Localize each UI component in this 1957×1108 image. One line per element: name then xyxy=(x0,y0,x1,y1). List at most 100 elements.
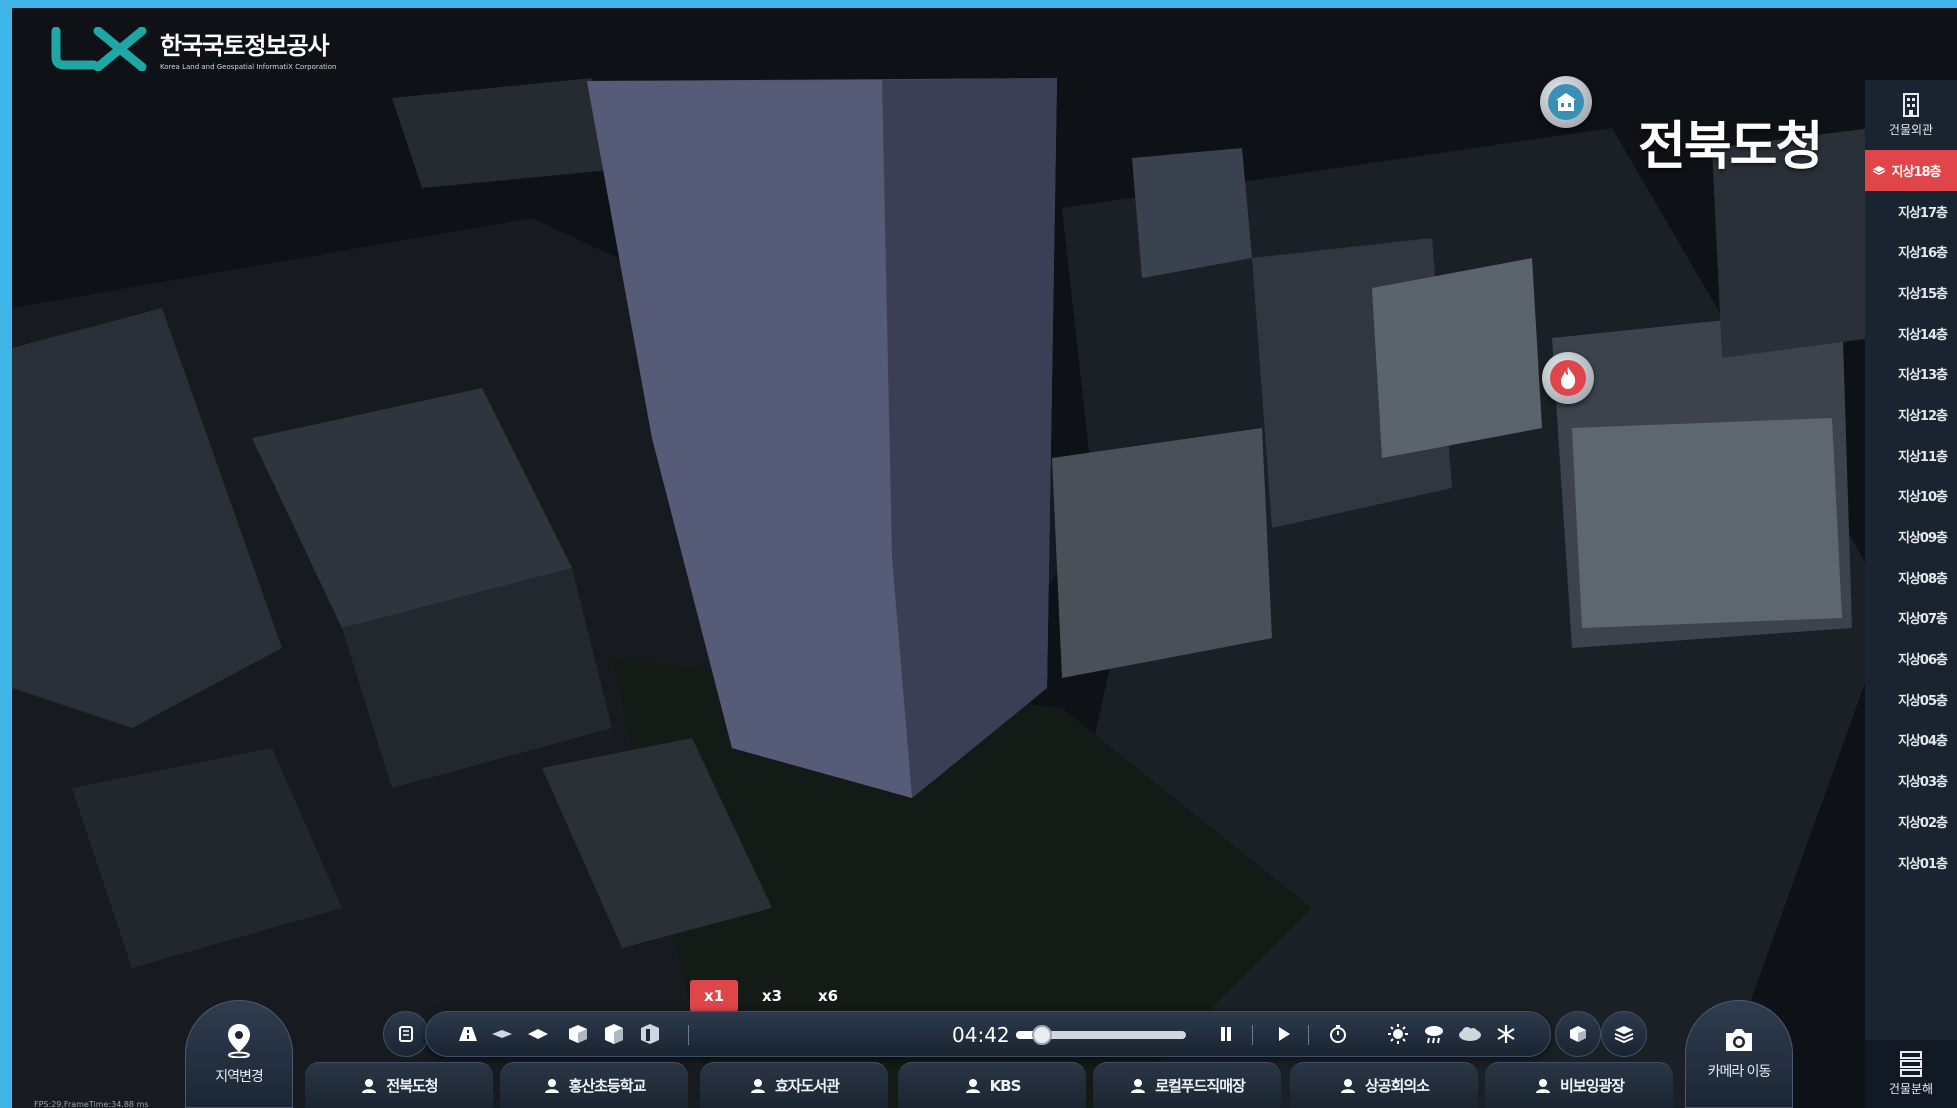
playback-slider[interactable] xyxy=(1016,1025,1186,1045)
snow-button[interactable] xyxy=(1492,1020,1520,1048)
fire-icon xyxy=(1561,367,1576,389)
building-exterior-button[interactable]: 건물외관 xyxy=(1865,80,1957,150)
fire-marker[interactable] xyxy=(1542,352,1594,404)
location-tab[interactable]: 비보잉광장 xyxy=(1485,1062,1673,1108)
pause-button[interactable] xyxy=(1212,1020,1240,1048)
lx-logo-icon xyxy=(51,26,147,71)
floor-label: 지상15층 xyxy=(1898,286,1948,302)
location-tab[interactable]: 상공회의소 xyxy=(1290,1062,1478,1108)
person-pin-icon xyxy=(544,1078,559,1093)
floor-item[interactable]: 지상15층 xyxy=(1865,272,1957,313)
floor-item[interactable]: 지상06층 xyxy=(1865,638,1957,679)
floor-label: 지상09층 xyxy=(1898,531,1948,547)
building-outline-icon xyxy=(1903,92,1919,117)
person-pin-icon xyxy=(1131,1078,1146,1093)
playback-toolbar: 04:42 xyxy=(425,1011,1551,1057)
location-pin-icon xyxy=(228,1024,250,1058)
floor-item[interactable]: 지상03층 xyxy=(1865,760,1957,801)
floor-item[interactable]: 지상01층 xyxy=(1865,842,1957,883)
floor-label: 지상16층 xyxy=(1898,246,1948,262)
playback-time: 04:42 xyxy=(952,1023,1010,1047)
floor-label: 지상18층 xyxy=(1891,164,1942,180)
location-tab[interactable]: KBS xyxy=(898,1062,1086,1108)
location-tab[interactable]: 홍산초등학교 xyxy=(500,1062,688,1108)
floor-item[interactable]: 지상12층 xyxy=(1865,394,1957,435)
building-icon xyxy=(1556,93,1576,111)
location-label: 상공회의소 xyxy=(1364,1077,1430,1095)
location-bar: 전북도청 홍산초등학교 효자도서관 KBS 로컬푸드직매장 상공회의소 비보잉광장 xyxy=(260,1062,1720,1108)
speed-x1-button[interactable]: x1 xyxy=(690,980,738,1012)
floor-item[interactable]: 지상02층 xyxy=(1865,801,1957,842)
location-tab[interactable]: 로컬푸드직매장 xyxy=(1093,1062,1281,1108)
cube-icon xyxy=(569,1025,587,1043)
toolbar-separator xyxy=(1308,1025,1309,1045)
cube-half-button[interactable] xyxy=(600,1020,628,1048)
snow-icon xyxy=(1497,1025,1515,1043)
speed-x6-button[interactable]: x6 xyxy=(804,980,852,1012)
logo-title: 한국국토정보공사 xyxy=(160,32,330,60)
floor-item[interactable]: 지상04층 xyxy=(1865,720,1957,761)
floor-item[interactable]: 지상07층 xyxy=(1865,598,1957,639)
floor-item[interactable]: 지상13층 xyxy=(1865,353,1957,394)
layer-flat-icon xyxy=(492,1030,512,1038)
play-button[interactable] xyxy=(1270,1020,1298,1048)
location-label: 효자도서관 xyxy=(774,1077,840,1095)
floor-item[interactable]: 지상16층 xyxy=(1865,231,1957,272)
floor-label: 지상05층 xyxy=(1898,693,1948,709)
floor-label: 지상03층 xyxy=(1898,775,1948,791)
cloud-icon xyxy=(1459,1027,1481,1041)
toolbar-separator xyxy=(688,1025,689,1045)
toolbar-separator xyxy=(1252,1025,1253,1045)
camera-icon xyxy=(1726,1029,1752,1051)
cube-cut-button[interactable] xyxy=(636,1020,664,1048)
building-disassemble-label: 건물분해 xyxy=(1888,1082,1934,1096)
box-icon xyxy=(1570,1026,1586,1042)
stack-view-button[interactable] xyxy=(1601,1011,1647,1057)
speed-x3-button[interactable]: x3 xyxy=(748,980,796,1012)
location-label: 홍산초등학교 xyxy=(568,1077,647,1095)
cloud-button[interactable] xyxy=(1456,1020,1484,1048)
building-marker[interactable] xyxy=(1540,76,1592,128)
location-tab[interactable]: 효자도서관 xyxy=(700,1062,888,1108)
layer-plane-icon xyxy=(528,1029,548,1039)
road-button[interactable] xyxy=(454,1020,482,1048)
floor-item[interactable]: 지상08층 xyxy=(1865,557,1957,598)
stack-icon xyxy=(1614,1026,1634,1044)
building-disassemble-button[interactable]: 건물분해 xyxy=(1865,1040,1957,1108)
timer-icon xyxy=(1330,1025,1346,1043)
floor-item[interactable]: 지상18층 xyxy=(1865,150,1957,191)
road-icon xyxy=(459,1027,477,1041)
sun-icon xyxy=(1388,1024,1408,1044)
building-title: 전북도청 xyxy=(1638,117,1823,177)
floor-list: 지상18층지상17층지상16층지상15층지상14층지상13층지상12층지상11층… xyxy=(1865,150,1957,882)
cube-cut-icon xyxy=(641,1024,659,1044)
floor-item[interactable]: 지상10층 xyxy=(1865,476,1957,517)
person-pin-icon xyxy=(750,1078,765,1093)
map-viewport[interactable]: 한국국토정보공사 Korea Land and Geospatial Infor… xyxy=(12,8,1957,1108)
location-label: KBS xyxy=(989,1076,1022,1095)
floor-item[interactable]: 지상11층 xyxy=(1865,435,1957,476)
sunny-button[interactable] xyxy=(1384,1020,1412,1048)
box-view-button[interactable] xyxy=(1555,1011,1601,1057)
rain-button[interactable] xyxy=(1420,1020,1448,1048)
building-exterior-label: 건물외관 xyxy=(1888,122,1934,137)
ux-logo: 한국국토정보공사 Korea Land and Geospatial Infor… xyxy=(50,26,336,71)
floor-item[interactable]: 지상17층 xyxy=(1865,191,1957,232)
person-pin-icon xyxy=(1535,1078,1550,1093)
location-tab[interactable]: 전북도청 xyxy=(305,1062,493,1108)
layer-plane-button[interactable] xyxy=(524,1020,552,1048)
rain-icon xyxy=(1425,1026,1443,1044)
floor-label: 지상11층 xyxy=(1898,449,1948,465)
cube-button[interactable] xyxy=(564,1020,592,1048)
person-pin-icon xyxy=(362,1078,377,1093)
floor-item[interactable]: 지상09층 xyxy=(1865,516,1957,557)
layer-icon xyxy=(1872,166,1885,176)
location-label: 비보잉광장 xyxy=(1559,1077,1625,1095)
floor-item[interactable]: 지상05층 xyxy=(1865,679,1957,720)
timer-button[interactable] xyxy=(1324,1020,1352,1048)
scroll-button[interactable] xyxy=(383,1011,429,1057)
floor-item[interactable]: 지상14층 xyxy=(1865,313,1957,354)
layer-flat-button[interactable] xyxy=(488,1020,516,1048)
playback-slider-knob[interactable] xyxy=(1031,1025,1052,1045)
floor-label: 지상13층 xyxy=(1898,368,1948,384)
